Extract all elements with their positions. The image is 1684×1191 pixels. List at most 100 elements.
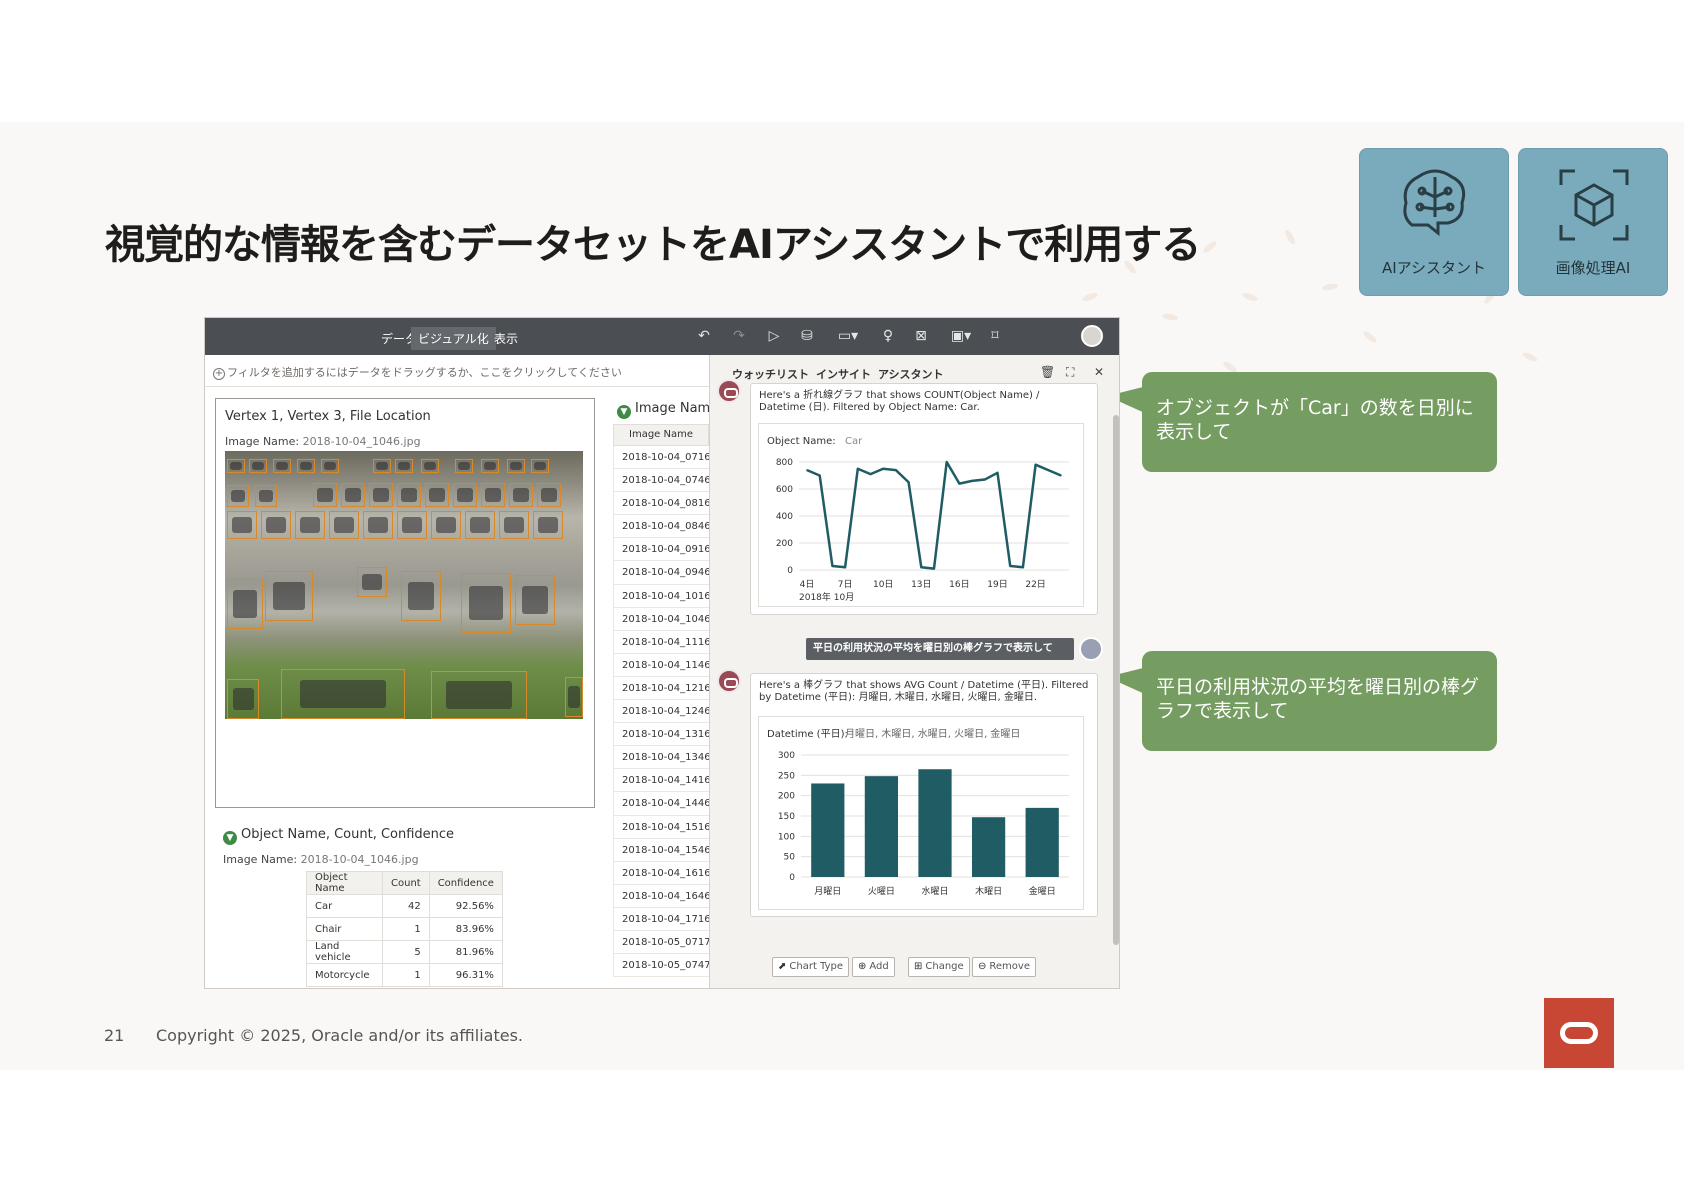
image-name-title: ▼ Image Name xyxy=(617,401,709,419)
list-item[interactable]: 2018-10-04_0816.j xyxy=(613,492,709,516)
image-name-label: Image Name: xyxy=(223,853,298,866)
bookmark-icon[interactable]: ⌑ xyxy=(987,328,1003,344)
list-item[interactable]: 2018-10-04_1146.j xyxy=(613,653,709,677)
list-item[interactable]: 2018-10-04_1646.j xyxy=(613,884,709,908)
image-card[interactable]: Vertex 1, Vertex 3, File Location Image … xyxy=(215,398,595,808)
list-item[interactable]: 2018-10-04_1246.j xyxy=(613,700,709,724)
remove-button[interactable]: ⊖ Remove xyxy=(972,957,1036,977)
assistant-message-bar: Here's a 棒グラフ that shows AVG Count / Dat… xyxy=(750,673,1098,917)
data-point xyxy=(920,566,923,569)
image-card-title: Vertex 1, Vertex 3, File Location xyxy=(225,409,431,424)
tab-insights[interactable]: インサイト xyxy=(816,366,871,382)
slide: 視覚的な情報を含むデータセットをAIアシスタントで利用する AIアシスタント 画… xyxy=(0,122,1684,1070)
x-tick-label: 火曜日 xyxy=(868,886,895,897)
data-point xyxy=(806,469,808,471)
y-tick-label: 100 xyxy=(778,832,795,842)
list-item[interactable]: 2018-10-04_0746.j xyxy=(613,469,709,493)
list-item[interactable]: 2018-10-04_1016.j xyxy=(613,584,709,608)
list-item[interactable]: 2018-10-05_0747.j xyxy=(613,954,709,978)
list-item[interactable]: 2018-10-04_1046.j xyxy=(613,607,709,631)
data-point xyxy=(1022,566,1024,569)
column-header[interactable]: Count xyxy=(382,871,430,895)
user-avatar xyxy=(1079,637,1103,661)
column-header[interactable]: Confidence xyxy=(428,871,503,895)
list-item[interactable]: 2018-10-04_1316.j xyxy=(613,723,709,747)
list-item[interactable]: 2018-10-04_0916.j xyxy=(613,538,709,562)
line-chart-card[interactable]: Object Name: Car 0 200 400 600 800 4日 7日 10日 13日 16… xyxy=(758,423,1084,607)
present-icon[interactable]: ⊠ xyxy=(913,328,929,344)
undo-icon[interactable]: ↶ xyxy=(696,328,712,344)
image-name-list: 2018-10-04_0716.j 2018-10-04_0746.j 2018-1… xyxy=(613,446,709,978)
change-button[interactable]: ⊞ Change xyxy=(908,957,970,977)
data-point xyxy=(869,473,872,475)
y-tick-label: 300 xyxy=(778,751,795,761)
data-refresh-icon[interactable]: ⛁ xyxy=(799,328,815,344)
add-filter-icon: + xyxy=(213,368,225,380)
maximize-icon[interactable]: ⛶ xyxy=(1066,365,1074,380)
list-item[interactable]: 2018-10-04_1446.j xyxy=(613,792,709,816)
x-tick-label: 13日 xyxy=(911,579,931,590)
object-table-subtitle: Image Name: 2018-10-04_1046.jpg xyxy=(223,853,419,866)
data-point xyxy=(996,472,999,474)
copyright: Copyright © 2025, Oracle and/or its affi… xyxy=(156,1026,523,1045)
table-header-row: Object Name Count Confidence xyxy=(306,871,503,895)
assistant-avatar xyxy=(717,379,741,403)
button-label: Chart Type xyxy=(789,961,844,972)
save-icon[interactable]: ▣▾ xyxy=(946,328,976,344)
image-name-value: 2018-10-04_1046.jpg xyxy=(302,435,421,448)
user-message: 平日の利用状況の平均を曜日別の棒グラフで表示して xyxy=(806,638,1074,660)
run-icon[interactable]: ▷ xyxy=(766,328,782,344)
tab-watchlist[interactable]: ウォッチリスト xyxy=(732,366,809,382)
add-button[interactable]: ⊕ Add xyxy=(852,957,895,977)
bar-chart-card[interactable]: Datetime (平日): 月曜日, 木曜日, 水曜日, 火曜日, 金曜日 0 50… xyxy=(758,716,1084,910)
filter-hint: フィルタを追加するにはデータをドラッグするか、ここをクリックしてください xyxy=(227,366,622,379)
table-row[interactable]: Chair 1 83.96% xyxy=(306,917,503,941)
filter-bar[interactable]: + フィルタを追加するにはデータをドラッグするか、ここをクリックしてください xyxy=(205,355,709,387)
tile-label: AIアシスタント xyxy=(1381,259,1487,277)
message-text: Here's a 棒グラフ that shows AVG Count / Dat… xyxy=(759,680,1089,703)
insight-icon[interactable]: ♀ xyxy=(880,328,896,344)
avatar[interactable] xyxy=(1081,325,1103,347)
bar-chart: Datetime (平日):月曜日, 木曜日, 水曜日, 火曜日, 金曜日 0 50… xyxy=(767,727,1069,897)
table-cell: 1 xyxy=(382,963,430,987)
list-item[interactable]: 2018-10-04_1116.j xyxy=(613,630,709,654)
table-row[interactable]: Motorcycle 1 96.31% xyxy=(306,963,503,987)
list-item[interactable]: 2018-10-04_1716.j xyxy=(613,907,709,931)
menu-present[interactable]: 表示 xyxy=(487,327,525,350)
list-item[interactable]: 2018-10-04_1346.j xyxy=(613,746,709,770)
data-point xyxy=(1009,565,1011,567)
list-item[interactable]: 2018-10-04_1416.j xyxy=(613,769,709,793)
callout-weekday-bar: 平日の利用状況の平均を曜日別の棒グラフで表示して xyxy=(1142,651,1497,751)
redo-icon[interactable]: ↷ xyxy=(731,328,747,344)
trash-icon[interactable]: 🗑 xyxy=(1040,365,1055,379)
y-tick-label: 200 xyxy=(776,539,793,549)
table-row[interactable]: Car 42 92.56% xyxy=(306,894,503,918)
list-item[interactable]: 2018-10-04_0716.j xyxy=(613,446,709,470)
list-item[interactable]: 2018-10-04_0946.j xyxy=(613,561,709,585)
x-tick-label: 木曜日 xyxy=(975,885,1002,897)
table-cell: 83.96% xyxy=(428,917,503,941)
comment-icon[interactable]: ▭▾ xyxy=(833,328,863,344)
list-item[interactable]: 2018-10-04_1616.j xyxy=(613,861,709,885)
list-item[interactable]: 2018-10-05_0717.j xyxy=(613,930,709,955)
y-tick-label: 400 xyxy=(776,512,793,522)
table-row[interactable]: Land vehicle 5 81.96% xyxy=(306,940,503,964)
menu-visualize[interactable]: ビジュアル化 xyxy=(411,327,496,350)
chart-type-button[interactable]: ⬈ Chart Type xyxy=(772,957,850,977)
data-point xyxy=(857,467,859,470)
data-point xyxy=(831,565,834,567)
close-icon[interactable]: ✕ xyxy=(1094,365,1104,379)
panel-scrollbar[interactable] xyxy=(1113,415,1119,945)
list-item[interactable]: 2018-10-04_1546.j xyxy=(613,838,709,862)
column-header[interactable]: Image Name xyxy=(613,424,709,446)
data-point xyxy=(1047,469,1050,471)
column-header[interactable]: Object Name xyxy=(306,871,383,895)
bar xyxy=(1025,807,1059,877)
list-item[interactable]: 2018-10-04_1516.j xyxy=(613,815,709,839)
list-item[interactable]: 2018-10-04_1216.j xyxy=(613,676,709,701)
x-tick-label: 月曜日 xyxy=(814,886,841,897)
image-cube-icon xyxy=(1559,169,1629,241)
y-tick-label: 0 xyxy=(789,873,795,883)
assistant-avatar xyxy=(717,669,741,693)
list-item[interactable]: 2018-10-04_0846.j xyxy=(613,515,709,539)
